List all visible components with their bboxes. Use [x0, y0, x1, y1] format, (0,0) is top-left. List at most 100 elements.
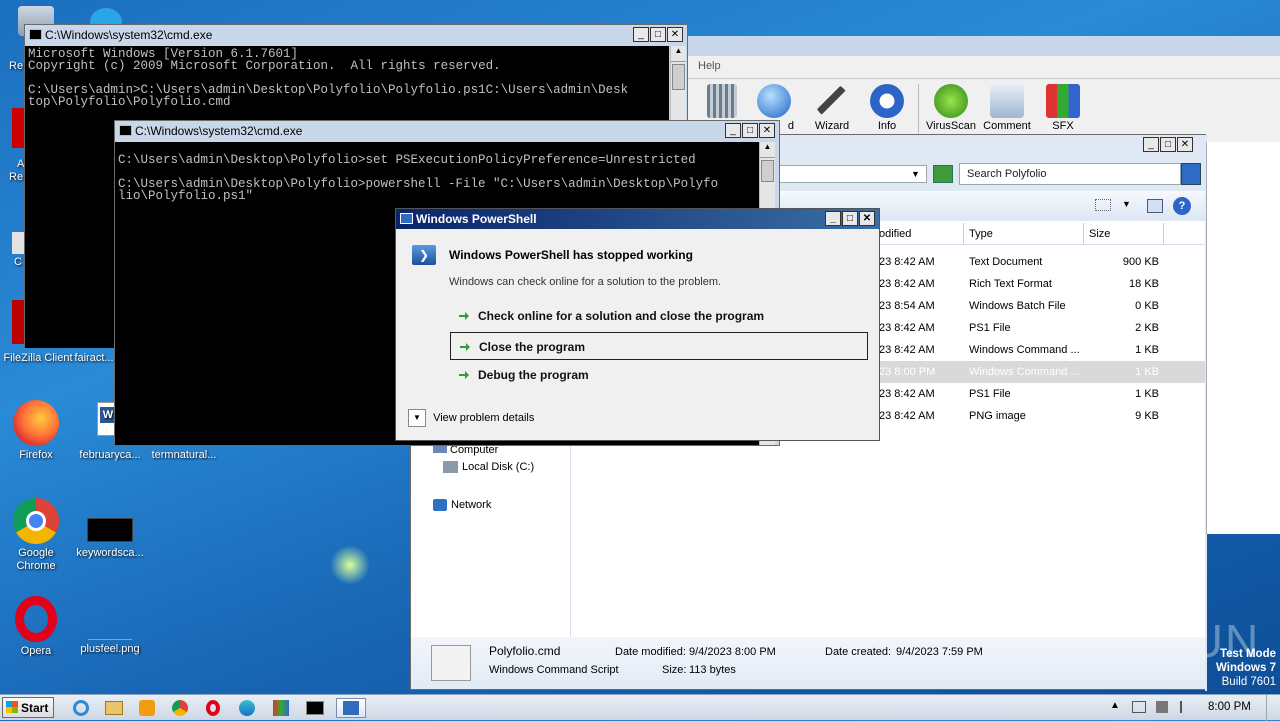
- desktop-icon-chrome[interactable]: Google Chrome: [0, 498, 72, 573]
- toolbar-separator: [918, 84, 919, 134]
- details-modified-value: 9/4/2023 8:00 PM: [689, 646, 776, 658]
- ie-taskbar-icon[interactable]: [68, 698, 94, 718]
- cmd2-titlebar: C:\Windows\system32\cmd.exe _ □ ✕: [115, 121, 779, 141]
- preview-pane-icon[interactable]: [1147, 199, 1163, 213]
- chrome-taskbar-icon[interactable]: [167, 698, 193, 718]
- desktop-fragment-label: C: [14, 256, 22, 268]
- flag-tray-icon[interactable]: [1180, 701, 1192, 713]
- cell-size: 1 KB: [1135, 344, 1159, 356]
- explorer-caption-buttons: _ □ ✕: [1143, 137, 1193, 152]
- green-arrow-icon: [459, 312, 469, 320]
- winrar-titlebar: [686, 36, 1280, 56]
- cmd-icon: [119, 125, 132, 136]
- powershell-taskbar-icon[interactable]: [336, 698, 366, 718]
- minimize-button[interactable]: _: [825, 211, 841, 226]
- speaker-tray-icon[interactable]: [1156, 701, 1168, 713]
- close-program-option[interactable]: Close the program: [450, 332, 868, 360]
- help-icon[interactable]: ?: [1173, 197, 1191, 215]
- opera-taskbar-icon[interactable]: [200, 698, 226, 718]
- refresh-icon[interactable]: [933, 165, 953, 183]
- desktop-icon-plusfeel[interactable]: plusfeel.png: [74, 596, 146, 655]
- expand-chevron-icon: ▼: [408, 409, 426, 427]
- cell-date: 23 8:42 AM: [879, 388, 935, 400]
- dialog-heading: Windows PowerShell has stopped working: [449, 248, 693, 262]
- desktop-icon-firefox[interactable]: Firefox: [0, 400, 72, 461]
- address-bar[interactable]: [777, 165, 927, 183]
- green-arrow-icon: [460, 343, 470, 351]
- edge-taskbar-icon[interactable]: [234, 698, 260, 718]
- desktop-icon-opera[interactable]: Opera: [0, 596, 72, 657]
- chrome-icon: [13, 498, 59, 544]
- view-dropdown-icon[interactable]: ▼: [1122, 199, 1131, 209]
- start-button[interactable]: Start: [2, 697, 54, 718]
- debug-program-option[interactable]: Debug the program: [450, 361, 868, 389]
- maximize-button[interactable]: □: [1160, 137, 1176, 152]
- view-options-icon[interactable]: [1095, 199, 1111, 211]
- cmd-taskbar-icon[interactable]: [302, 698, 328, 718]
- nav-local-disk[interactable]: Local Disk (C:): [443, 461, 535, 474]
- cell-date: 23 8:42 AM: [879, 278, 935, 290]
- details-created-value: 9/4/2023 7:59 PM: [896, 646, 983, 658]
- scroll-thumb[interactable]: [761, 160, 774, 182]
- desktop-icon-label: FileZilla Client: [3, 352, 73, 364]
- minimize-button[interactable]: _: [1143, 137, 1159, 152]
- taskbar: Start ▲ 8:00 PM: [0, 694, 1280, 721]
- winrar-delete-button[interactable]: [692, 84, 752, 120]
- winrar-menu-divider: [686, 78, 1280, 79]
- search-input[interactable]: Search Polyfolio: [959, 163, 1181, 185]
- winrar-info-button[interactable]: Info: [857, 84, 917, 132]
- details-pane: Polyfolio.cmd Windows Command Script Dat…: [411, 637, 1205, 689]
- close-button[interactable]: ✕: [1177, 137, 1193, 152]
- cell-size: 900 KB: [1122, 256, 1159, 268]
- maximize-button[interactable]: □: [650, 27, 666, 42]
- winrar-comment-button[interactable]: Comment: [977, 84, 1037, 132]
- firefox-icon: [13, 400, 59, 446]
- scroll-thumb[interactable]: [672, 64, 685, 90]
- network-tray-icon[interactable]: [1132, 701, 1146, 713]
- cell-type: PS1 File: [969, 388, 1011, 400]
- desktop-icon-fairact[interactable]: fairact...: [74, 352, 114, 364]
- view-details-toggle[interactable]: ▼ View problem details: [408, 409, 534, 429]
- column-type[interactable]: Type: [969, 228, 993, 240]
- winrar-wizard-button[interactable]: Wizard: [802, 84, 862, 132]
- nav-network[interactable]: Network: [433, 499, 491, 512]
- dialog-app-icon: ❯: [412, 245, 436, 265]
- winrar-virusscan-button[interactable]: VirusScan: [921, 84, 981, 132]
- nav-label: Local Disk (C:): [462, 461, 535, 473]
- address-dropdown-icon[interactable]: ▼: [911, 169, 920, 179]
- winrar-sfx-button[interactable]: SFX: [1033, 84, 1093, 132]
- maximize-button[interactable]: □: [842, 211, 858, 226]
- column-size[interactable]: Size: [1089, 228, 1110, 240]
- show-desktop-button[interactable]: [1266, 695, 1280, 721]
- clock[interactable]: 8:00 PM: [1208, 701, 1251, 713]
- dialog-subtext: Windows can check online for a solution …: [449, 276, 722, 288]
- desktop-icon-label: keywordsca...: [76, 547, 144, 559]
- media-player-taskbar-icon[interactable]: [134, 698, 160, 718]
- check-online-option[interactable]: Check online for a solution and close th…: [450, 302, 868, 330]
- explorer-taskbar-icon[interactable]: [101, 698, 127, 718]
- delete-icon: [707, 84, 737, 118]
- details-size-value: 113 bytes: [689, 664, 736, 676]
- show-hidden-icons[interactable]: ▲: [1110, 700, 1120, 711]
- toolbar-label: Info: [877, 120, 897, 132]
- network-icon: [433, 499, 447, 512]
- maximize-button[interactable]: □: [742, 123, 758, 138]
- cell-date: 23 8:42 AM: [879, 410, 935, 422]
- desktop-icon-label: plusfeel.png: [80, 643, 140, 655]
- desktop-icon-filezilla[interactable]: FileZilla Client: [0, 352, 76, 364]
- close-button[interactable]: ✕: [859, 211, 875, 226]
- desktop-icon-label: februaryca...: [79, 449, 141, 461]
- winrar-taskbar-icon[interactable]: [268, 698, 294, 718]
- powershell-icon: [400, 213, 413, 224]
- column-modified[interactable]: odified: [879, 228, 911, 240]
- close-button[interactable]: ✕: [667, 27, 683, 42]
- search-icon[interactable]: [1181, 163, 1201, 185]
- minimize-button[interactable]: _: [633, 27, 649, 42]
- minimize-button[interactable]: _: [725, 123, 741, 138]
- opera-icon: [15, 596, 57, 642]
- cmd1-title: C:\Windows\system32\cmd.exe: [45, 28, 213, 42]
- desktop-icon-label: Firefox: [19, 449, 53, 461]
- winrar-menu-help[interactable]: Help: [698, 60, 721, 72]
- close-button[interactable]: ✕: [759, 123, 775, 138]
- desktop-icon-keywordsca[interactable]: keywordsca...: [74, 498, 146, 559]
